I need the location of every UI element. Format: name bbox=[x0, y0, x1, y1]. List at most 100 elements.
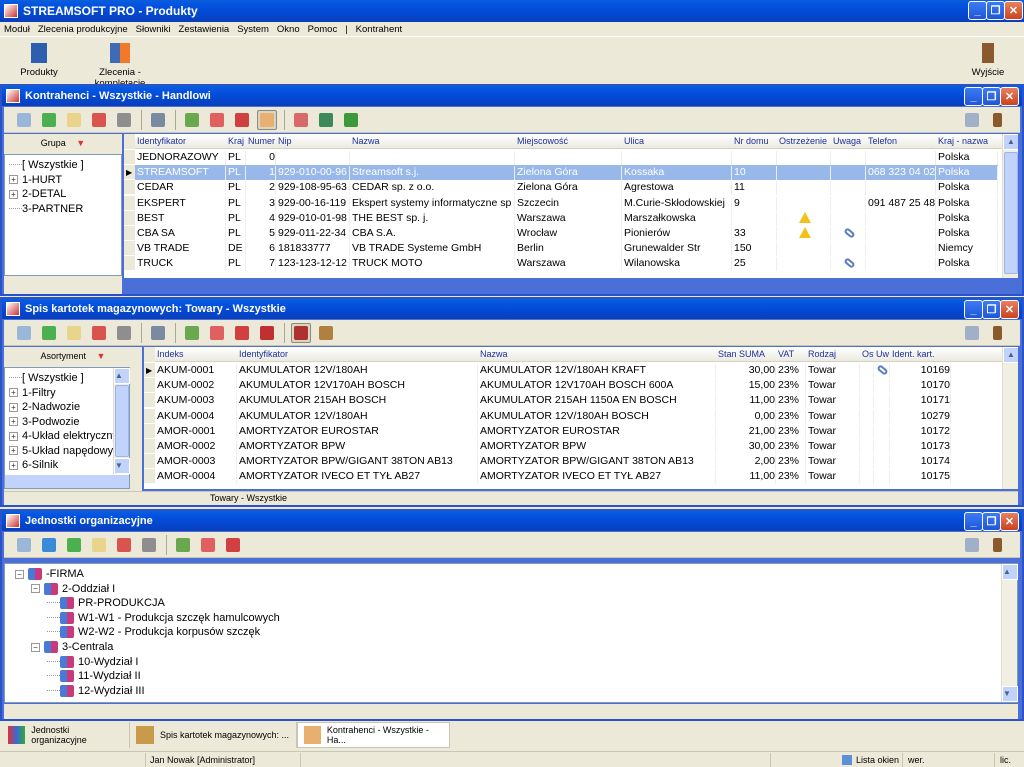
layout-button[interactable] bbox=[962, 323, 982, 343]
preview-button[interactable] bbox=[14, 110, 34, 130]
list-button[interactable] bbox=[148, 323, 168, 343]
grid-scrollbar[interactable]: ▲ bbox=[1002, 134, 1018, 278]
column-header[interactable]: Identyfikator bbox=[137, 136, 226, 146]
column-header[interactable]: Nazwa bbox=[352, 136, 515, 146]
tree-node[interactable]: +2-Nadwozie bbox=[9, 401, 80, 413]
column-header[interactable]: Kraj - nazwa bbox=[938, 136, 998, 146]
table-row[interactable]: CBA SA PL 5 929-011-22-34 CBA S.A. Wrocław Pio… bbox=[124, 226, 998, 241]
tree-node[interactable]: +4-Układ elektryczny bbox=[9, 430, 118, 442]
maximize-button[interactable]: ❐ bbox=[986, 1, 1005, 20]
sort-button[interactable] bbox=[182, 323, 202, 343]
menu-słowniki[interactable]: Słowniki bbox=[136, 24, 171, 35]
org-tree-node[interactable]: PR-PRODUKCJA bbox=[47, 597, 165, 610]
sort-button[interactable] bbox=[182, 110, 202, 130]
column-header[interactable]: Rodzaj bbox=[808, 349, 860, 359]
column-header[interactable]: Nr domu bbox=[734, 136, 777, 146]
close-button[interactable]: ✕ bbox=[1004, 1, 1023, 20]
column-header[interactable]: Indeks bbox=[157, 349, 237, 359]
table-row[interactable]: JEDNORAZOWY PL 0 Polska bbox=[124, 150, 998, 165]
tree-scrollbar[interactable]: ▲ ▼ bbox=[1001, 564, 1018, 702]
maximize-button[interactable]: ❐ bbox=[982, 512, 1001, 531]
tree-node[interactable]: [ Wszystkie ] bbox=[9, 159, 84, 171]
task-jednostki[interactable]: Jednostki organizacyjne bbox=[2, 722, 130, 748]
exit-button[interactable] bbox=[987, 535, 1007, 555]
layout-button[interactable] bbox=[962, 535, 982, 555]
table-row[interactable]: AMOR-0002 AMORTYZATOR BPW AMORTYZATOR BPW 3… bbox=[144, 439, 951, 454]
minimize-button[interactable]: _ bbox=[964, 300, 983, 319]
task-kontrahenci[interactable]: Kontrahenci - Wszystkie - Ha... bbox=[297, 722, 450, 748]
table-row[interactable]: AMOR-0001 AMORTYZATOR EUROSTAR AMORTYZATOR… bbox=[144, 423, 951, 439]
window-list-button[interactable]: Lista okien bbox=[842, 755, 899, 765]
expand-icon[interactable]: + bbox=[9, 189, 18, 199]
expand-icon[interactable]: + bbox=[9, 388, 18, 397]
collapse-icon[interactable]: − bbox=[15, 569, 24, 579]
org-tree-node[interactable]: 11-Wydział II bbox=[47, 670, 141, 683]
collapse-icon[interactable]: − bbox=[31, 584, 40, 594]
handshake-button[interactable] bbox=[257, 109, 277, 130]
delete-button[interactable] bbox=[89, 323, 109, 343]
print-button[interactable] bbox=[139, 535, 159, 555]
assortment-dropdown[interactable]: Asortyment ▼ bbox=[4, 347, 142, 361]
tree-node[interactable]: +1-Filtry bbox=[9, 387, 56, 399]
maximize-button[interactable]: ❐ bbox=[982, 300, 1001, 319]
column-header[interactable]: VAT bbox=[778, 349, 806, 359]
menu-moduł[interactable]: Moduł bbox=[4, 24, 30, 35]
filter-clear-button[interactable] bbox=[232, 323, 252, 343]
table-row[interactable]: CEDAR PL 2 929-108-95-63 CEDAR sp. z o.o. Zie… bbox=[124, 180, 998, 196]
column-header[interactable]: Nazwa bbox=[480, 349, 716, 359]
table-row[interactable]: AKUM-0003 AKUMULATOR 215AH BOSCH AKUMULATO… bbox=[144, 393, 951, 409]
close-button[interactable]: ✕ bbox=[1000, 512, 1019, 531]
table-row[interactable]: AKUM-0002 AKUMULATOR 12V170AH BOSCH AKUMUL… bbox=[144, 378, 951, 394]
tree-node[interactable]: +2-DETAL bbox=[9, 188, 66, 200]
org-tree-node[interactable]: W2-W2 - Produkcja korpusów szczęk bbox=[47, 626, 260, 639]
expand-icon[interactable]: + bbox=[9, 175, 18, 184]
tree-node[interactable]: +6-Silnik bbox=[9, 459, 58, 471]
expand-icon[interactable]: + bbox=[9, 460, 18, 470]
expand-icon[interactable]: + bbox=[9, 402, 18, 412]
exit-button[interactable] bbox=[987, 323, 1007, 343]
minimize-button[interactable]: _ bbox=[968, 1, 987, 20]
delete-button[interactable] bbox=[89, 110, 109, 130]
zlecenia-button[interactable]: Zlecenia - kompletacje bbox=[74, 43, 166, 89]
org-tree-node[interactable]: 12-Wydział III bbox=[47, 684, 145, 697]
print-button[interactable] bbox=[114, 110, 134, 130]
box-button[interactable] bbox=[316, 323, 336, 343]
list-button[interactable] bbox=[148, 110, 168, 130]
expand-icon[interactable]: + bbox=[9, 446, 18, 455]
column-header[interactable]: Kraj bbox=[228, 136, 246, 146]
close-button[interactable]: ✕ bbox=[1000, 300, 1019, 319]
minimize-button[interactable]: _ bbox=[964, 87, 983, 106]
filter-button[interactable] bbox=[207, 110, 227, 130]
calendar-button[interactable] bbox=[257, 323, 277, 343]
tree-node[interactable]: 3-PARTNER bbox=[9, 203, 83, 215]
exit-button[interactable]: Wyjście bbox=[968, 43, 1008, 78]
table-row[interactable]: ▶ AKUM-0001 AKUMULATOR 12V/180AH AKUMULATOR… bbox=[144, 363, 951, 378]
table-row[interactable]: AKUM-0004 AKUMULATOR 12V/180AH AKUMULATOR … bbox=[144, 408, 951, 424]
produkty-button[interactable]: Produkty bbox=[18, 43, 60, 78]
delete-button[interactable] bbox=[114, 535, 134, 555]
print-button[interactable] bbox=[114, 323, 134, 343]
table-row[interactable]: ▶ STREAMSOFT PL 1 929-010-00-96 Streamsoft s.… bbox=[124, 165, 998, 181]
tree-node[interactable]: +5-Układ napędowy bbox=[9, 445, 113, 457]
expand-icon[interactable]: + bbox=[9, 417, 18, 426]
column-header[interactable]: Numer bbox=[248, 136, 276, 146]
org-tree-node[interactable]: − 2-Oddział I bbox=[31, 582, 115, 595]
column-header[interactable]: Ident. kart. bbox=[892, 349, 951, 359]
filter-clear-button[interactable] bbox=[232, 110, 252, 130]
column-header[interactable]: Uw bbox=[876, 349, 890, 359]
menu-zestawienia[interactable]: Zestawienia bbox=[179, 24, 230, 35]
send-button[interactable] bbox=[291, 110, 311, 130]
column-header[interactable]: Uwaga bbox=[833, 136, 866, 146]
column-header[interactable]: Ulica bbox=[624, 136, 732, 146]
org-tree-node[interactable]: W1-W1 - Produkcja szczęk hamulcowych bbox=[47, 611, 280, 624]
column-header[interactable]: Telefon bbox=[868, 136, 936, 146]
menu-kontrahent[interactable]: Kontrahent bbox=[356, 24, 402, 35]
table-row[interactable]: AMOR-0004 AMORTYZATOR IVECO ET TYŁ AB27 AM… bbox=[144, 469, 951, 485]
task-towary[interactable]: Spis kartotek magazynowych: ... bbox=[130, 722, 297, 748]
sort-button[interactable] bbox=[173, 535, 193, 555]
column-header[interactable]: Miejscowość bbox=[517, 136, 622, 146]
org-tree-node[interactable]: − 3-Centrala bbox=[31, 641, 113, 653]
collapse-icon[interactable]: − bbox=[31, 642, 40, 652]
users-button[interactable] bbox=[316, 110, 336, 130]
exit-button[interactable] bbox=[987, 110, 1007, 130]
